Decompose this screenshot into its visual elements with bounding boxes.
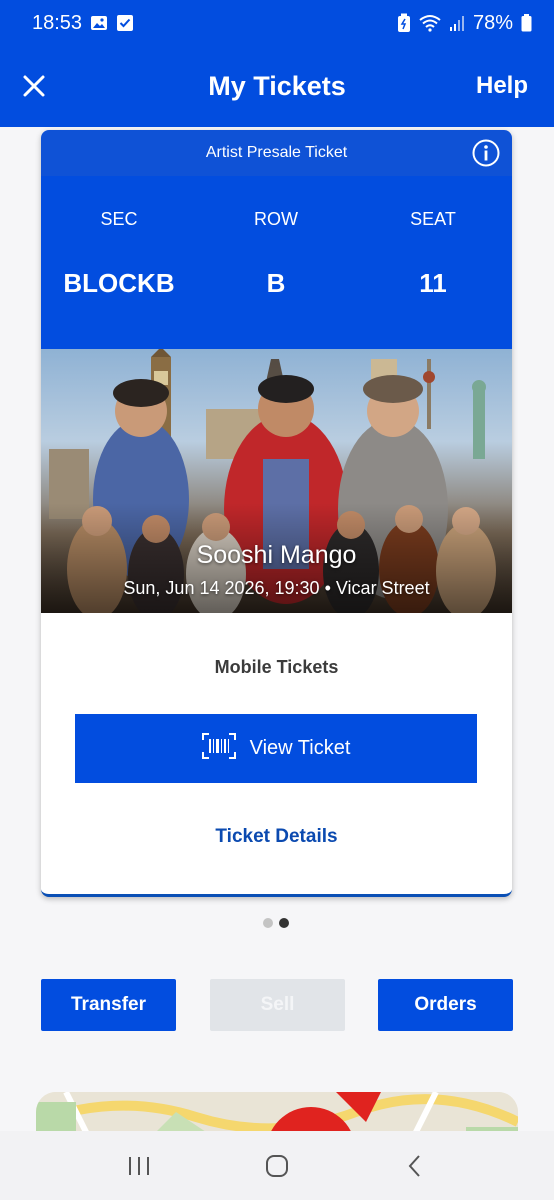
ticket-type-bar: Artist Presale Ticket (41, 130, 512, 176)
status-left: 18:53 (32, 12, 134, 35)
info-icon[interactable] (472, 139, 500, 167)
barcode-icon (201, 732, 236, 765)
row-column: ROW B (201, 176, 351, 349)
view-ticket-button[interactable]: View Ticket (75, 714, 477, 783)
transfer-button[interactable]: Transfer (41, 979, 176, 1031)
sec-value: BLOCKB (63, 268, 175, 298)
status-bar: 18:53 78% (0, 0, 554, 46)
ticket-card: Artist Presale Ticket SEC BLOCKB ROW B S… (41, 130, 512, 897)
app-header: My Tickets Help (0, 46, 554, 127)
row-label: ROW (254, 209, 298, 229)
help-button[interactable]: Help (476, 72, 528, 100)
close-icon[interactable] (18, 70, 50, 102)
page-dot-2[interactable] (279, 918, 289, 928)
sell-button: Sell (210, 979, 345, 1031)
row-value: B (266, 268, 286, 298)
event-date-venue: Sun, Jun 14 2026, 19:30 • Vicar Street (123, 578, 430, 598)
sec-label: SEC (100, 209, 138, 229)
checkbox-icon (116, 14, 134, 32)
seat-label: SEAT (410, 209, 456, 229)
signal-icon (449, 14, 465, 32)
view-ticket-label: View Ticket (249, 737, 351, 759)
event-image: Sooshi Mango Sun, Jun 14 2026, 19:30 • V… (41, 349, 512, 613)
page-dot-1[interactable] (263, 918, 273, 928)
home-icon[interactable] (257, 1146, 297, 1186)
wifi-icon (419, 14, 441, 32)
page-title: My Tickets (208, 71, 346, 101)
gallery-icon (90, 14, 108, 32)
battery-icon (521, 14, 532, 32)
back-icon[interactable] (395, 1146, 435, 1186)
ticket-details-link[interactable]: Ticket Details (41, 826, 512, 848)
pagination-dots (263, 918, 289, 928)
seat-column: SEAT 11 (358, 176, 508, 349)
battery-saver-icon (397, 13, 411, 33)
event-name: Sooshi Mango (196, 541, 357, 569)
status-time: 18:53 (32, 11, 83, 34)
status-right: 78% (397, 12, 532, 35)
system-nav-bar (0, 1131, 554, 1200)
seat-info: SEC BLOCKB ROW B SEAT 11 (41, 176, 512, 349)
orders-button[interactable]: Orders (378, 979, 513, 1031)
seat-value: 11 (419, 268, 447, 298)
recent-apps-icon[interactable] (119, 1146, 159, 1186)
battery-percent: 78% (472, 11, 513, 34)
section-column: SEC BLOCKB (44, 176, 194, 349)
ticket-type-label: Artist Presale Ticket (205, 144, 348, 161)
mobile-tickets-label: Mobile Tickets (214, 657, 339, 677)
